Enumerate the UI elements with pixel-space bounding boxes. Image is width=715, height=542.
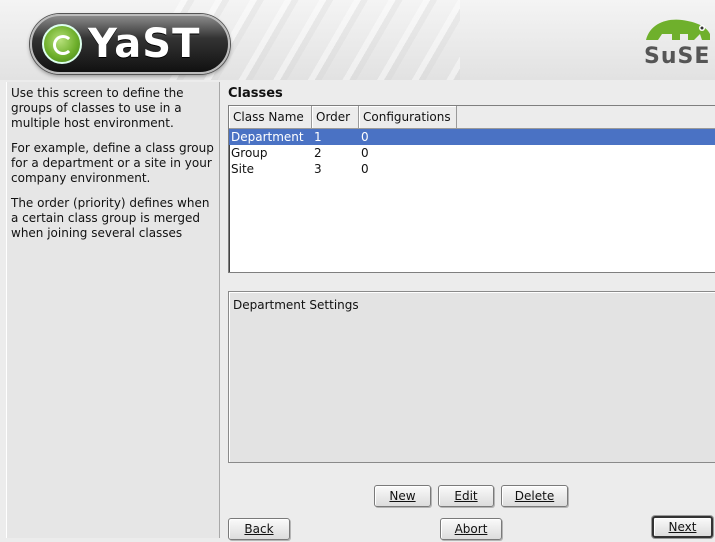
column-header-class-name[interactable]: Class Name: [229, 106, 312, 128]
next-button-label: Next: [668, 520, 697, 534]
back-button-label: Back: [244, 522, 274, 536]
delete-button-label: Delete: [514, 489, 555, 503]
delete-button[interactable]: Delete: [501, 485, 568, 507]
cell-configurations: 0: [361, 130, 369, 144]
suse-logo: SuSE: [642, 14, 715, 74]
yast-banner: YaST SuSE: [0, 0, 715, 80]
help-paragraph: For example, define a class group for a …: [11, 141, 214, 185]
cell-order: 2: [314, 146, 322, 160]
new-button-label: New: [389, 489, 416, 503]
help-paragraph: The order (priority) defines when a cert…: [11, 196, 210, 240]
cell-configurations: 0: [361, 162, 369, 176]
cell-class-name: Group: [231, 146, 268, 160]
edit-button[interactable]: Edit: [438, 485, 494, 507]
yast-logo-icon: [42, 24, 82, 64]
cell-class-name: Department: [231, 130, 304, 144]
help-panel: Use this screen to define the groups of …: [6, 82, 220, 538]
new-button[interactable]: New: [374, 485, 431, 507]
abort-button-label: Abort: [454, 522, 488, 536]
back-button[interactable]: Back: [228, 518, 290, 540]
help-paragraph: Use this screen to define the groups of …: [11, 86, 184, 130]
suse-logo-text: SuSE: [644, 44, 711, 69]
edit-button-label: Edit: [454, 489, 478, 503]
cell-order: 3: [314, 162, 322, 176]
settings-label: Department Settings: [233, 298, 359, 312]
table-header: Class Name Order Configurations: [229, 106, 715, 129]
table-row[interactable]: Group 2 0: [229, 145, 715, 161]
department-settings-panel: Department Settings: [228, 291, 715, 463]
column-header-order[interactable]: Order: [312, 106, 359, 128]
yast-logo: YaST: [30, 14, 230, 74]
column-header-configurations[interactable]: Configurations: [359, 106, 457, 128]
chameleon-icon: [646, 19, 710, 40]
next-button[interactable]: Next: [652, 516, 713, 538]
page-title: Classes: [228, 86, 283, 101]
yast-logo-text: YaST: [88, 21, 201, 67]
cell-order: 1: [314, 130, 322, 144]
cell-configurations: 0: [361, 146, 369, 160]
table-row[interactable]: Site 3 0: [229, 161, 715, 177]
classes-table[interactable]: Class Name Order Configurations Departme…: [228, 105, 715, 273]
abort-button[interactable]: Abort: [440, 518, 502, 540]
table-row[interactable]: Department 1 0: [229, 129, 715, 145]
cell-class-name: Site: [231, 162, 255, 176]
